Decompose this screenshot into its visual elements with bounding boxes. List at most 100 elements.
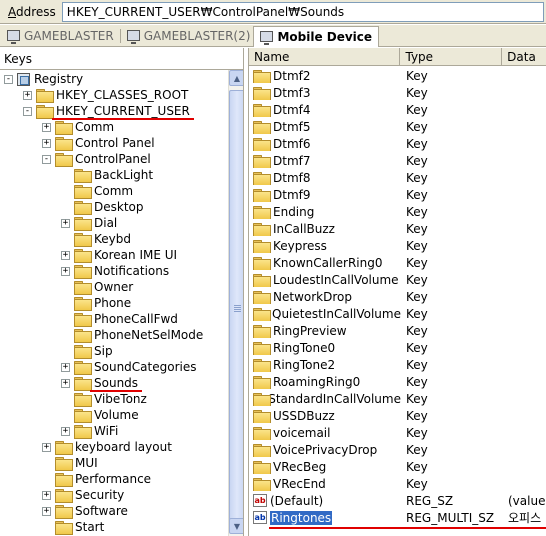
- folder-icon: [55, 473, 73, 487]
- tree-node[interactable]: + Comm: [42, 119, 114, 135]
- expand-icon[interactable]: +: [61, 426, 70, 436]
- column-header-data[interactable]: Data: [502, 48, 546, 66]
- value-name: Dtmf5: [273, 119, 311, 134]
- expand-icon[interactable]: +: [23, 90, 32, 100]
- tree-node[interactable]: + Security: [42, 487, 124, 503]
- tree-scrollbar[interactable]: ▲ ▼: [228, 70, 243, 536]
- list-item[interactable]: VoicePrivacyDrop Key: [249, 441, 546, 458]
- tree-node[interactable]: PhoneNetSelMode: [61, 327, 203, 343]
- list-item[interactable]: InCallBuzz Key: [249, 220, 546, 237]
- scroll-thumb[interactable]: [229, 90, 243, 530]
- folder-icon: [253, 86, 271, 100]
- value-name: Dtmf7: [273, 153, 311, 168]
- expand-icon[interactable]: +: [42, 506, 51, 516]
- expand-icon[interactable]: +: [61, 218, 70, 228]
- value-type: Key: [406, 255, 428, 270]
- tab-gameblaster-2[interactable]: GAMEBLASTER(2): [124, 26, 254, 46]
- list-item[interactable]: Dtmf6 Key: [249, 135, 546, 152]
- tree-node[interactable]: - Registry: [4, 71, 83, 87]
- value-name: Dtmf9: [273, 187, 311, 202]
- list-item[interactable]: VRecEnd Key: [249, 475, 546, 492]
- tree-node[interactable]: BackLight: [61, 167, 153, 183]
- folder-icon: [74, 329, 92, 343]
- list-item[interactable]: RingPreview Key: [249, 322, 546, 339]
- column-header-type[interactable]: Type: [400, 48, 503, 66]
- tree-node[interactable]: Owner: [61, 279, 133, 295]
- address-input[interactable]: HKEY_CURRENT_USER₩ControlPanel₩Sounds: [61, 1, 544, 22]
- tree-node[interactable]: Volume: [61, 407, 139, 423]
- value-type: Key: [406, 408, 428, 423]
- collapse-icon[interactable]: -: [4, 74, 13, 84]
- list-item[interactable]: Dtmf9 Key: [249, 186, 546, 203]
- value-name-cell: RingTone0: [249, 341, 401, 355]
- list-item[interactable]: Keypress Key: [249, 237, 546, 254]
- list-item[interactable]: Dtmf5 Key: [249, 118, 546, 135]
- tree-node[interactable]: VibeTonz: [61, 391, 147, 407]
- tree-node-label: Korean IME UI: [94, 248, 178, 262]
- tree-node[interactable]: - ControlPanel: [42, 151, 151, 167]
- list-item[interactable]: NetworkDrop Key: [249, 288, 546, 305]
- collapse-icon[interactable]: -: [23, 106, 32, 116]
- expand-icon[interactable]: +: [61, 362, 70, 372]
- list-item[interactable]: ab Ringtones REG_MULTI_SZ 오피스: [249, 509, 546, 526]
- tree-node[interactable]: Keybd: [61, 231, 131, 247]
- list-item[interactable]: ab (Default) REG_SZ (value: [249, 492, 546, 509]
- tree-node-label: Volume: [94, 408, 139, 422]
- tree-node[interactable]: Phone: [61, 295, 131, 311]
- tree-node[interactable]: + Software: [42, 503, 128, 519]
- list-item[interactable]: Dtmf8 Key: [249, 169, 546, 186]
- tree-node[interactable]: Comm: [61, 183, 133, 199]
- tree-node[interactable]: Desktop: [61, 199, 144, 215]
- list-item[interactable]: LoudestInCallVolume Key: [249, 271, 546, 288]
- tree-node[interactable]: + HKEY_CLASSES_ROOT: [23, 87, 188, 103]
- tree-node[interactable]: + keyboard layout: [42, 439, 172, 455]
- folder-icon: [55, 441, 73, 455]
- expand-icon[interactable]: +: [42, 138, 51, 148]
- list-item[interactable]: Dtmf7 Key: [249, 152, 546, 169]
- list-item[interactable]: RoamingRing0 Key: [249, 373, 546, 390]
- tab-mobile-device[interactable]: Mobile Device: [253, 25, 380, 47]
- list-item[interactable]: VRecBeg Key: [249, 458, 546, 475]
- tree-node[interactable]: - HKEY_CURRENT_USER: [23, 103, 190, 119]
- expand-icon[interactable]: +: [61, 378, 70, 388]
- tree-node[interactable]: PhoneCallFwd: [61, 311, 178, 327]
- column-header-name[interactable]: Name: [249, 48, 401, 66]
- collapse-icon[interactable]: -: [42, 154, 51, 164]
- registry-tree[interactable]: - Registry + HKEY_CLASSES_ROOT - HKEY_CURRENT…: [0, 70, 228, 536]
- list-item[interactable]: Dtmf2 Key: [249, 67, 546, 84]
- expand-icon[interactable]: +: [42, 442, 51, 452]
- tree-node[interactable]: + Control Panel: [42, 135, 155, 151]
- tree-node[interactable]: Start: [42, 519, 104, 535]
- tree-node[interactable]: + Korean IME UI: [61, 247, 177, 263]
- list-item[interactable]: voicemail Key: [249, 424, 546, 441]
- value-type: Key: [406, 238, 428, 253]
- scroll-down-button[interactable]: ▼: [229, 518, 243, 534]
- tab-gameblaster[interactable]: GAMEBLASTER: [4, 26, 117, 46]
- list-item[interactable]: RingTone0 Key: [249, 339, 546, 356]
- tree-node[interactable]: + Sounds: [61, 375, 138, 391]
- expand-icon[interactable]: +: [42, 122, 51, 132]
- tree-node[interactable]: Sip: [61, 343, 113, 359]
- list-item[interactable]: StandardInCallVolume Key: [249, 390, 546, 407]
- scroll-up-button[interactable]: ▲: [229, 70, 243, 86]
- tree-node[interactable]: + Notifications: [61, 263, 169, 279]
- list-item[interactable]: RingTone2 Key: [249, 356, 546, 373]
- value-name: Dtmf8: [273, 170, 311, 185]
- expand-icon[interactable]: +: [61, 266, 70, 276]
- list-item[interactable]: KnownCallerRing0 Key: [249, 254, 546, 271]
- list-item[interactable]: Ending Key: [249, 203, 546, 220]
- expand-icon[interactable]: +: [61, 250, 70, 260]
- value-name: Dtmf3: [273, 85, 311, 100]
- list-item[interactable]: USSDBuzz Key: [249, 407, 546, 424]
- tree-node[interactable]: MUI: [42, 455, 98, 471]
- tree-node[interactable]: + Dial: [61, 215, 117, 231]
- tab-separator: [119, 28, 121, 43]
- tree-node[interactable]: + WiFi: [61, 423, 118, 439]
- list-item[interactable]: QuietestInCallVolume Key: [249, 305, 546, 322]
- tree-node-label: Security: [75, 488, 125, 502]
- list-item[interactable]: Dtmf3 Key: [249, 84, 546, 101]
- expand-icon[interactable]: +: [42, 490, 51, 500]
- tree-node[interactable]: Performance: [42, 471, 151, 487]
- tree-node[interactable]: + SoundCategories: [61, 359, 196, 375]
- list-item[interactable]: Dtmf4 Key: [249, 101, 546, 118]
